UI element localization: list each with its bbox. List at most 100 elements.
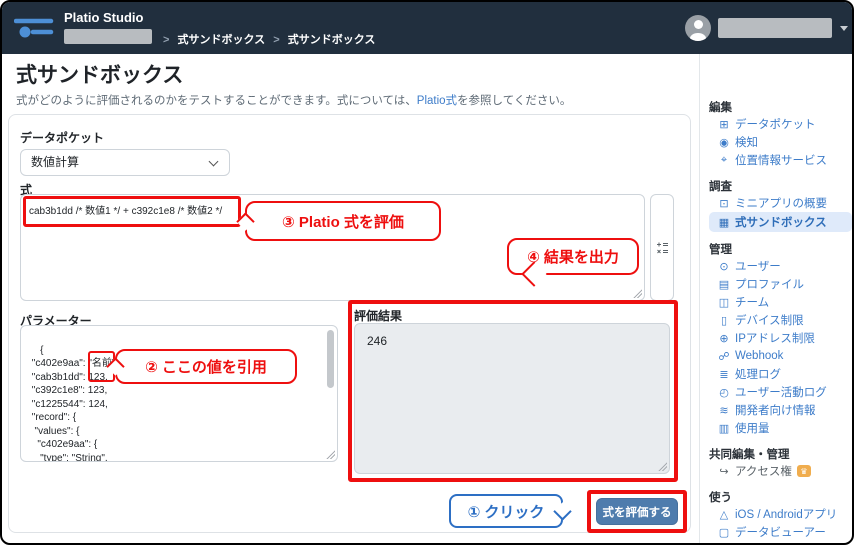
bulb-icon: ◉ [719, 136, 729, 149]
right-sidebar: 編集 ⊞ データポケット ◉ 検知 ⌖ 位置情報サービス 調査 ⊡ ミニアプリの… [699, 54, 852, 543]
breadcrumb-separator: > [163, 34, 170, 46]
page-title: 式サンドボックス [16, 64, 184, 87]
breadcrumb-item[interactable]: 式サンドボックス [178, 34, 266, 46]
resize-handle[interactable] [326, 450, 335, 459]
sidebar-item-label: アクセス権 [735, 466, 792, 478]
app-window: Platio Studio > 式サンドボックス > 式サンドボックス 式サンド… [0, 0, 854, 545]
chevron-down-icon [208, 156, 219, 167]
breadcrumb-separator: > [273, 34, 280, 46]
platio-logo-icon [13, 15, 54, 46]
grid-icon: ⊞ [719, 118, 729, 131]
annotation-step3-label: ③ Platio 式を評価 [282, 213, 404, 231]
sidebar-item-expression-sandbox[interactable]: ▦ 式サンドボックス [709, 212, 852, 232]
calculator-icon: ▦ [718, 216, 730, 229]
sidebar-item-users[interactable]: ⊙ ユーザー [709, 257, 852, 275]
app-title: Platio Studio [64, 10, 144, 25]
sidebar-item-data-viewer[interactable]: ▢ データビューアー [709, 523, 852, 541]
sidebar-item-label: iOS / Androidアプリ [735, 509, 838, 521]
sidebar-item-label: プロファイル [735, 279, 804, 291]
sidebar-item-label: 処理ログ [735, 369, 781, 381]
annotation-bubble-step4: ④ 結果を出力 [507, 238, 639, 287]
id-card-icon: ▤ [718, 278, 730, 291]
sidebar-item-miniapp-overview[interactable]: ⊡ ミニアプリの概要 [709, 194, 852, 212]
sidebar-section-edit: 編集 [709, 101, 732, 114]
redacted-app-name [64, 29, 152, 44]
sidebar-item-usage[interactable]: ▥ 使用量 [709, 419, 852, 437]
sidebar-item-mobile-apps[interactable]: △ iOS / Androidアプリ [709, 505, 852, 523]
sidebar-item-label: 使用量 [735, 423, 770, 435]
annotation-step2-label: ② ここの値を引用 [145, 359, 267, 376]
sidebar-item-label: 開発者向け情報 [735, 405, 816, 417]
sidebar-section-investigate: 調査 [709, 180, 732, 193]
annotation-rect-expression [23, 196, 241, 227]
sidebar-item-label: 式サンドボックス [735, 217, 827, 229]
globe-icon: ⊕ [719, 332, 729, 345]
device-icon: ▯ [720, 314, 728, 327]
parameters-textarea[interactable]: { "c402e9aa": "名前", "cab3b1dd": 123, "c3… [20, 325, 338, 462]
sidebar-item-access-rights[interactable]: ↪ アクセス権 ♛ [709, 462, 852, 480]
operator-list-icon [657, 242, 668, 253]
chart-icon: ▥ [718, 422, 730, 435]
annotation-bubble-step2: ② ここの値を引用 [106, 349, 297, 384]
breadcrumb-item: 式サンドボックス [287, 34, 376, 46]
sidebar-item-label: データポケット [735, 119, 816, 131]
sidebar-section-manage: 管理 [709, 243, 732, 256]
user-icon: ⊙ [719, 260, 729, 273]
premium-badge-icon: ♛ [796, 465, 811, 477]
sidebar-item-label: ユーザー活動ログ [735, 387, 827, 399]
sidebar-item-label: Webhook [735, 350, 784, 362]
breadcrumb: > 式サンドボックス > 式サンドボックス [158, 31, 375, 47]
description-text: を参照してください。 [457, 95, 572, 107]
scrollbar-thumb[interactable] [327, 330, 334, 388]
sidebar-item-label: ミニアプリの概要 [735, 198, 827, 210]
sidebar-item-developer-info[interactable]: ≋ 開発者向け情報 [709, 401, 852, 419]
sidebar-section-collab: 共同編集・管理 [709, 448, 790, 461]
user-avatar[interactable] [685, 15, 711, 41]
mobile-app-icon: △ [719, 508, 729, 521]
webhook-icon: ☍ [718, 350, 730, 363]
log-icon: ≣ [719, 368, 729, 381]
developer-icon: ≋ [719, 404, 729, 417]
sidebar-item-label: デバイス制限 [735, 315, 804, 327]
sidebar-item-profiles[interactable]: ▤ プロファイル [709, 275, 852, 293]
resize-handle[interactable] [633, 289, 642, 298]
sidebar-item-location-services[interactable]: ⌖ 位置情報サービス [709, 151, 852, 169]
sidebar-item-webhook[interactable]: ☍ Webhook [709, 347, 852, 365]
sidebar-section-use: 使う [709, 491, 732, 504]
description-text: 式がどのように評価されるのかをテストすることができます。式については、 [16, 95, 417, 107]
top-navbar: Platio Studio > 式サンドボックス > 式サンドボックス [2, 2, 852, 54]
team-icon: ◫ [718, 296, 730, 309]
sidebar-item-user-activity-log[interactable]: ◴ ユーザー活動ログ [709, 383, 852, 401]
share-arrow-icon: ↪ [719, 465, 729, 478]
annotation-step1-label: ① クリック [467, 503, 545, 521]
data-pocket-label: データポケット [20, 131, 105, 145]
location-pin-icon: ⌖ [720, 153, 728, 166]
sidebar-item-detection[interactable]: ◉ 検知 [709, 133, 852, 151]
account-menu-caret-icon[interactable] [840, 26, 848, 31]
annotation-rect-result [348, 300, 678, 482]
sidebar-item-label: チーム [735, 297, 770, 309]
data-pocket-select[interactable]: 数値計算 [20, 149, 230, 176]
sidebar-item-teams[interactable]: ◫ チーム [709, 293, 852, 311]
sidebar-item-label: 位置情報サービス [735, 155, 827, 167]
redacted-account-name[interactable] [718, 18, 832, 38]
sidebar-item-ip-restriction[interactable]: ⊕ IPアドレス制限 [709, 329, 852, 347]
sidebar-item-label: IPアドレス制限 [735, 333, 815, 345]
monitor-icon: ▢ [718, 526, 730, 539]
sidebar-item-processing-log[interactable]: ≣ 処理ログ [709, 365, 852, 383]
annotation-bubble-step1: ① クリック [449, 494, 572, 528]
data-pocket-selected-value: 数値計算 [31, 155, 80, 169]
sidebar-item-label: ユーザー [735, 261, 781, 273]
annotation-step4-label: ④ 結果を出力 [527, 249, 619, 266]
sidebar-item-label: データビューアー [735, 527, 826, 539]
annotation-bubble-step3: ③ Platio 式を評価 [236, 201, 441, 241]
sidebar-item-device-restriction[interactable]: ▯ デバイス制限 [709, 311, 852, 329]
page-description: 式がどのように評価されるのかをテストすることができます。式については、Plati… [16, 92, 571, 108]
blocks-icon: ⊡ [719, 197, 729, 210]
sidebar-item-data-pockets[interactable]: ⊞ データポケット [709, 115, 852, 133]
operator-list-strip[interactable] [650, 194, 674, 301]
annotation-rect-button [587, 490, 687, 533]
platio-expression-link[interactable]: Platio式 [417, 95, 457, 107]
user-activity-icon: ◴ [719, 386, 729, 399]
sidebar-item-label: 検知 [735, 137, 758, 149]
